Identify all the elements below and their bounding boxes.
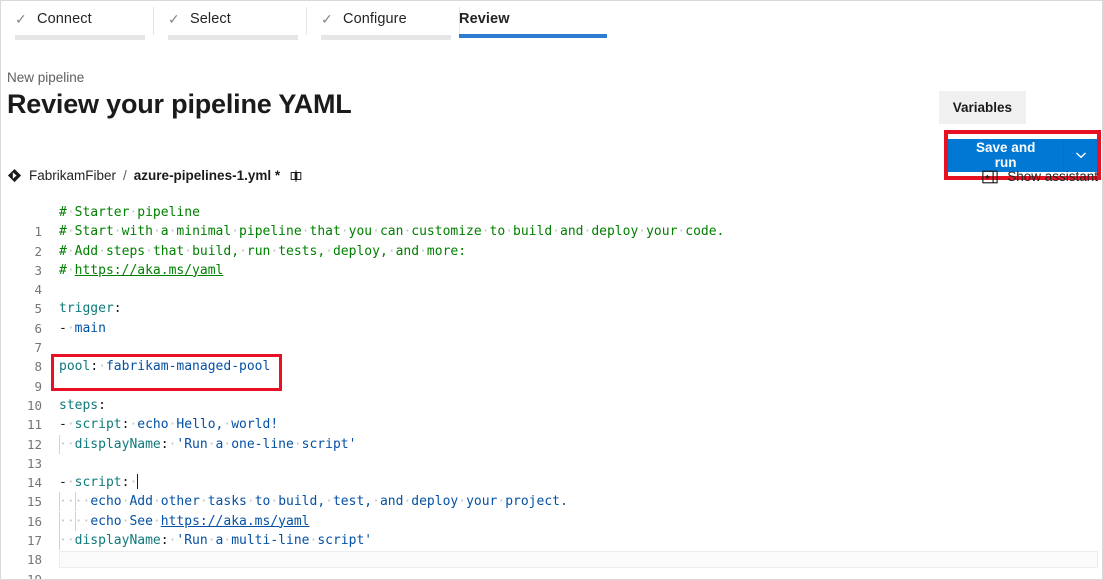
header-actions: Variables <box>938 91 1098 124</box>
text-cursor <box>137 474 139 490</box>
yaml-value-pool: fabrikam-managed-pool <box>105 359 271 375</box>
show-assistant-label: Show assistant <box>1007 169 1098 184</box>
code-line[interactable]: 14 <box>1 454 1102 490</box>
line-content: trigger: <box>59 301 122 317</box>
tab-underline <box>15 35 145 40</box>
copy-path-glyph-icon <box>290 169 302 182</box>
current-line-highlight <box>59 551 1098 569</box>
wizard-tab-review[interactable]: Review <box>459 1 607 46</box>
check-icon: ✓ <box>168 11 180 27</box>
yaml-code-editor[interactable]: 1 #·Starter·pipeline 2 #·Start·with·a·mi… <box>1 203 1102 579</box>
wizard-tab-label: Connect <box>37 11 92 27</box>
yaml-key-trigger: trigger <box>59 301 114 317</box>
chevron-down-icon <box>1075 152 1086 159</box>
show-assistant-button[interactable]: Show assistant <box>982 169 1098 184</box>
wizard-tab-label: Configure <box>343 11 407 27</box>
line-content: -·script:· <box>59 474 139 491</box>
yaml-key-displayname: displayName <box>74 436 161 452</box>
code-line[interactable]: 11 steps: <box>1 396 1102 432</box>
page-header: New pipeline Review your pipeline YAML V… <box>1 46 1102 180</box>
line-content: #·Starter·pipeline <box>59 205 200 220</box>
code-line-pool[interactable]: 9 pool:·fabrikam-managed-pool <box>1 357 1102 393</box>
line-content: #·Start·with·a·minimal·pipeline·that·you… <box>59 224 725 240</box>
variables-button[interactable]: Variables <box>938 91 1026 124</box>
wizard-tab-configure[interactable]: ✓ Configure <box>307 1 459 46</box>
check-icon: ✓ <box>321 11 333 27</box>
yaml-key-steps: steps <box>59 397 99 413</box>
tab-underline <box>168 35 298 40</box>
code-line[interactable]: 10 <box>1 377 1102 413</box>
code-line[interactable]: 7 -·main <box>1 319 1102 355</box>
check-icon: ✓ <box>15 11 27 27</box>
code-line[interactable]: 2 #·Start·with·a·minimal·pipeline·that·y… <box>1 222 1102 258</box>
yaml-key-displayname: displayName <box>74 533 161 549</box>
line-content: ··displayName:·'Run·a·multi-line·script' <box>59 531 373 551</box>
page-title: Review your pipeline YAML <box>7 89 352 119</box>
code-line[interactable]: 12 -·script:·echo·Hello,·world! <box>1 415 1102 451</box>
wizard-tab-label: Select <box>190 11 231 27</box>
code-line[interactable]: 6 trigger: <box>1 299 1102 335</box>
code-line[interactable]: 1 #·Starter·pipeline <box>1 203 1102 239</box>
yaml-key-script: script <box>74 417 122 433</box>
code-line[interactable]: 16 ····echo·Add·other·tasks·to·build,·te… <box>1 492 1102 529</box>
repo-name[interactable]: FabrikamFiber <box>29 168 116 183</box>
tab-underline <box>321 35 451 40</box>
line-content: steps: <box>59 397 106 413</box>
code-line[interactable]: 17 ····echo·See·https://aka.ms/yaml <box>1 511 1102 548</box>
file-bar: FabrikamFiber / azure-pipelines-1.yml * … <box>1 163 1102 199</box>
breadcrumb: New pipeline <box>7 70 85 85</box>
copy-path-icon[interactable] <box>287 169 305 183</box>
code-line[interactable]: 5 <box>1 280 1102 316</box>
wizard-tab-label: Review <box>459 11 510 27</box>
yaml-value-branch: main <box>74 320 106 336</box>
line-content: #·https://aka.ms/yaml <box>59 262 224 278</box>
file-path-breadcrumb: FabrikamFiber / azure-pipelines-1.yml * <box>7 168 305 183</box>
line-content: ··displayName:·'Run·a·one-line·script' <box>59 434 357 454</box>
line-content: ····echo·Add·other·tasks·to·build,·test,… <box>59 492 568 512</box>
azure-pipelines-review-screen: ✓ Connect ✓ Select ✓ Configure Review Ne… <box>0 0 1103 580</box>
line-number: 19 <box>26 571 42 580</box>
line-content: #·Add·steps·that·build,·run·tests,·deplo… <box>59 243 467 259</box>
line-content: -·main <box>59 320 106 336</box>
line-content: pool:·fabrikam-managed-pool <box>59 359 271 375</box>
yaml-doc-link[interactable]: https://aka.ms/yaml <box>75 263 224 278</box>
show-panel-icon <box>982 170 998 183</box>
path-separator: / <box>123 168 127 183</box>
code-line-current[interactable]: 19 <box>1 550 1102 579</box>
yaml-key-script: script <box>74 475 122 491</box>
code-line[interactable]: 15 -·script:· <box>1 473 1102 509</box>
wizard-tabstrip: ✓ Connect ✓ Select ✓ Configure Review <box>1 1 1102 46</box>
line-content: ····echo·See·https://aka.ms/yaml <box>59 511 310 531</box>
yaml-key-pool: pool <box>59 359 91 375</box>
wizard-tab-connect[interactable]: ✓ Connect <box>1 1 153 46</box>
code-line[interactable]: 3 #·Add·steps·that·build,·run·tests,·dep… <box>1 242 1102 278</box>
code-line[interactable]: 4 #·https://aka.ms/yaml <box>1 261 1102 297</box>
code-line[interactable]: 8 <box>1 338 1102 374</box>
repo-icon <box>7 168 22 183</box>
line-content: -·script:·echo·Hello,·world! <box>59 417 279 433</box>
wizard-tab-select[interactable]: ✓ Select <box>154 1 306 46</box>
file-name: azure-pipelines-1.yml * <box>133 168 281 183</box>
tab-underline-active <box>459 34 607 38</box>
code-line[interactable]: 13 ··displayName:·'Run·a·one-line·script… <box>1 434 1102 471</box>
code-line[interactable]: 18 ··displayName:·'Run·a·multi-line·scri… <box>1 531 1102 567</box>
yaml-doc-link[interactable]: https://aka.ms/yaml <box>161 514 310 529</box>
